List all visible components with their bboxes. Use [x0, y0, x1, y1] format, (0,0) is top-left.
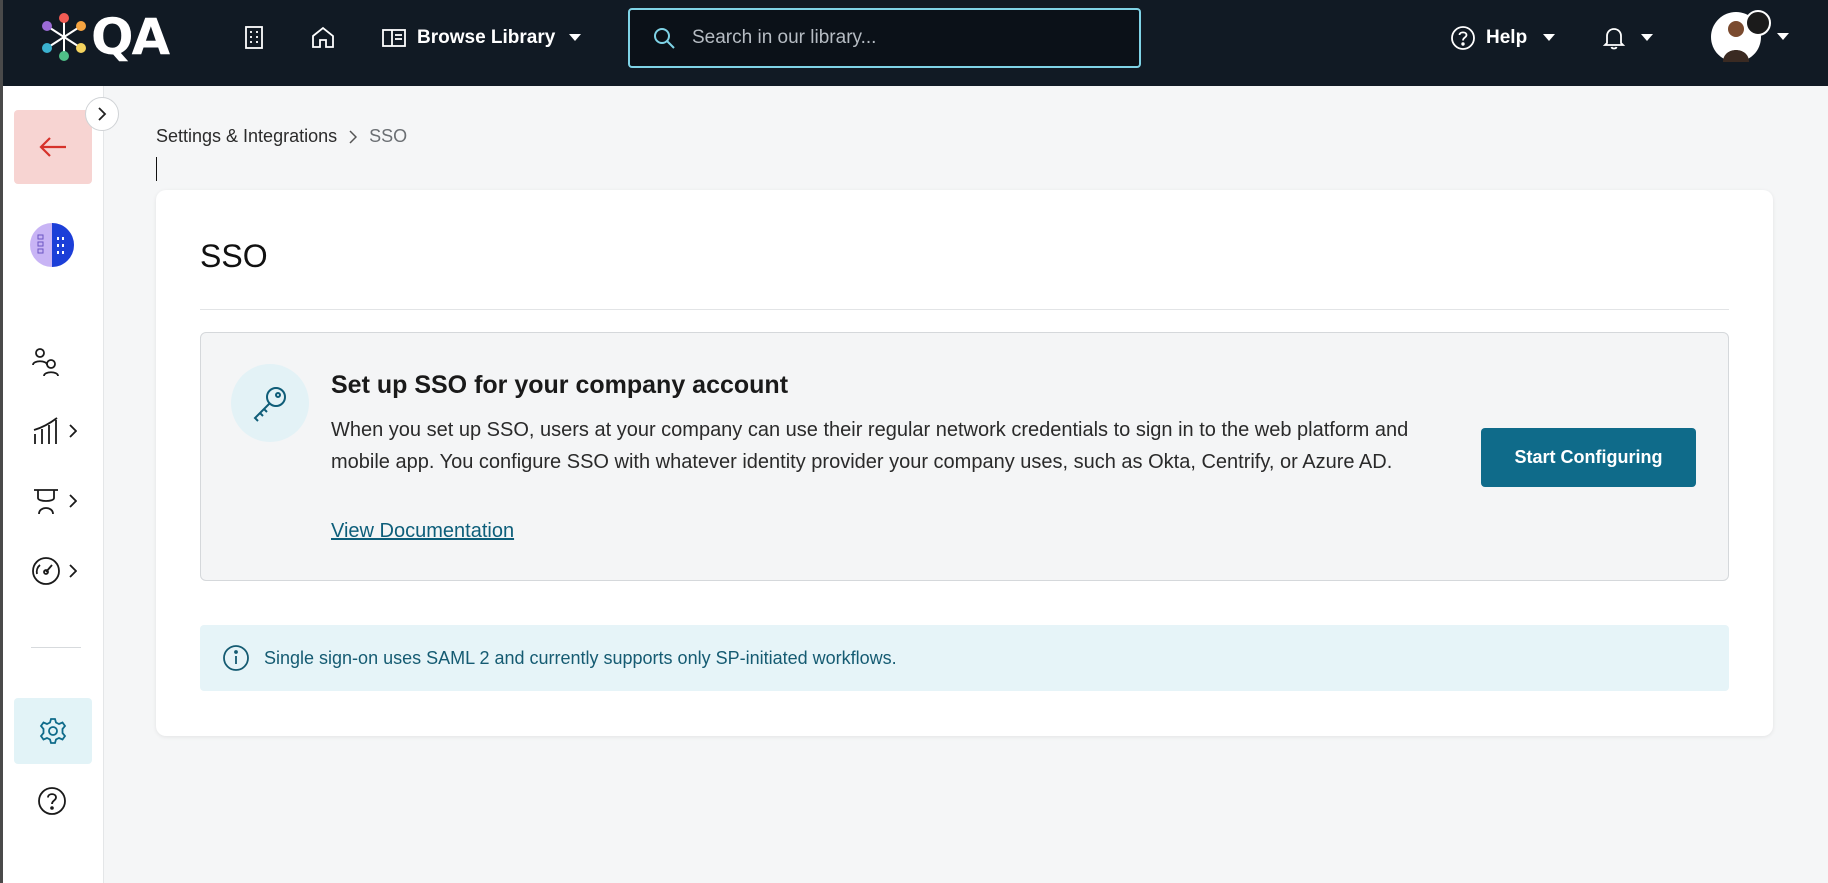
top-navigation-bar: QA Browse Library Help — [0, 0, 1828, 86]
browse-library-menu[interactable]: Browse Library — [381, 22, 582, 54]
sidebar-item-people[interactable] — [31, 342, 91, 382]
chevron-down-icon — [1543, 34, 1556, 41]
avatar-badge — [1745, 10, 1771, 36]
sidebar-item-dashboard[interactable] — [31, 551, 91, 591]
avatar — [1711, 10, 1771, 62]
dashboard-icon — [32, 557, 60, 585]
key-icon-badge — [231, 364, 309, 442]
bell-icon — [1602, 28, 1626, 50]
logo-mark-icon — [42, 13, 86, 61]
logo-text: QA — [91, 8, 170, 66]
key-icon — [253, 387, 286, 422]
sidebar-item-analytics[interactable] — [31, 411, 91, 451]
chevron-down-icon — [1641, 34, 1653, 41]
building-icon[interactable] — [239, 22, 269, 52]
help-icon — [38, 787, 66, 815]
analytics-icon — [33, 417, 58, 444]
text-cursor — [156, 157, 157, 181]
info-banner: Single sign-on uses SAML 2 and currently… — [200, 625, 1729, 691]
chevron-right-icon — [98, 107, 107, 121]
info-icon — [223, 645, 249, 671]
app-logo[interactable]: QA — [39, 8, 170, 66]
search-icon — [654, 28, 675, 49]
settings-icon — [39, 718, 67, 744]
sidebar-expand-button[interactable] — [85, 97, 119, 131]
breadcrumb: Settings & Integrations SSO — [156, 126, 407, 147]
learning-icon — [34, 489, 58, 515]
search-input[interactable] — [692, 27, 1092, 49]
book-icon — [382, 29, 406, 47]
sidebar — [0, 86, 119, 883]
page-title: SSO — [200, 238, 268, 274]
start-configuring-button[interactable]: Start Configuring — [1481, 428, 1696, 487]
notifications-menu[interactable] — [1601, 22, 1653, 54]
breadcrumb-settings-link[interactable]: Settings & Integrations — [156, 126, 337, 147]
help-label: Help — [1486, 27, 1528, 48]
sidebar-divider — [31, 647, 81, 648]
organization-logo[interactable] — [30, 223, 74, 267]
help-menu[interactable]: Help — [1450, 22, 1556, 54]
breadcrumb-current: SSO — [369, 126, 408, 146]
back-button[interactable] — [14, 110, 92, 184]
browse-library-label: Browse Library — [417, 27, 556, 48]
home-icon[interactable] — [308, 22, 338, 52]
view-documentation-link[interactable]: View Documentation — [331, 520, 514, 543]
sidebar-item-learning[interactable] — [31, 481, 91, 521]
sso-setup-heading: Set up SSO for your company account — [331, 371, 789, 399]
sso-setup-panel: Set up SSO for your company account When… — [200, 332, 1729, 581]
sso-card: SSO Set up SSO for your company account … — [156, 190, 1773, 736]
title-divider — [200, 309, 1729, 310]
chevron-right-icon — [69, 564, 77, 578]
search-box — [628, 8, 1141, 68]
sso-setup-description: When you set up SSO, users at your compa… — [331, 419, 1409, 473]
arrow-left-icon — [39, 137, 66, 157]
chevron-right-icon — [349, 129, 358, 144]
user-menu[interactable] — [1711, 10, 1789, 62]
help-circle-icon — [1451, 26, 1475, 50]
chevron-right-icon — [69, 494, 77, 508]
chevron-down-icon — [569, 34, 582, 41]
chevron-down-icon — [1777, 33, 1789, 40]
sidebar-item-help[interactable] — [37, 786, 67, 821]
sidebar-item-settings[interactable] — [14, 698, 92, 764]
info-text: Single sign-on uses SAML 2 and currently… — [264, 647, 897, 668]
people-icon — [32, 348, 59, 377]
chevron-right-icon — [69, 424, 77, 438]
